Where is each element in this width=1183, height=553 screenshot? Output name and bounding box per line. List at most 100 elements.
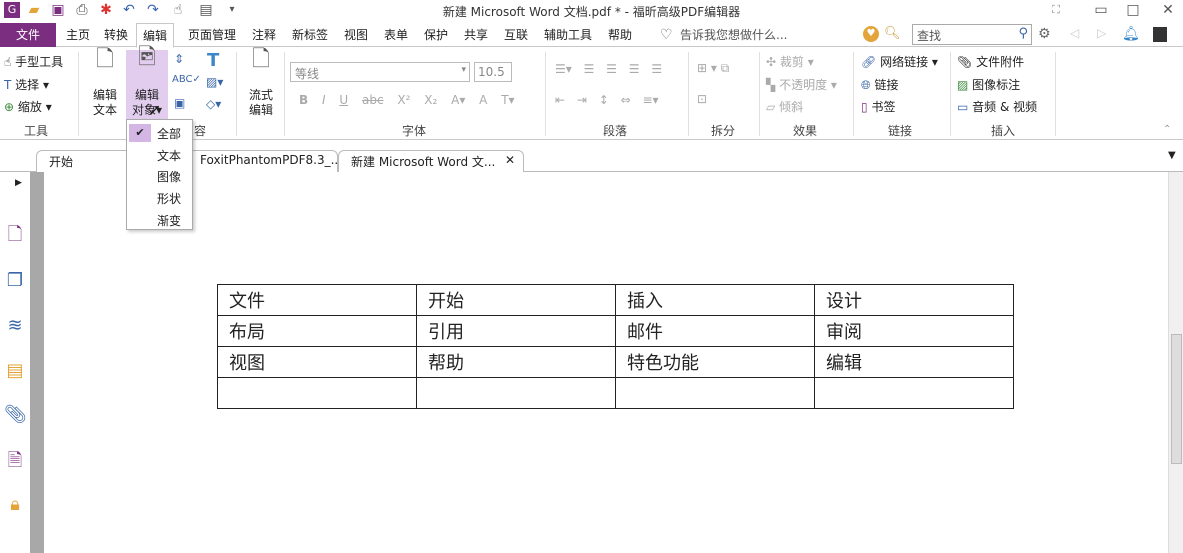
tab-convert[interactable]: 转换 — [98, 23, 134, 47]
maximize-icon[interactable]: □ — [1125, 2, 1141, 18]
spell-check-icon[interactable]: ABC✓ — [172, 74, 201, 85]
tab-form[interactable]: 表单 — [378, 23, 414, 47]
tab-new-tab[interactable]: 新标签 — [286, 23, 334, 47]
close-icon[interactable]: ✕ — [1160, 2, 1176, 18]
tab-protect[interactable]: 保护 — [418, 23, 454, 47]
paragraph-align-buttons[interactable]: ☰▾ ☰ ☰ ☰ ☰ — [555, 62, 662, 76]
flow-edit-button[interactable]: 🗋 流式 编辑 — [242, 49, 280, 118]
tab-page-management[interactable]: 页面管理 — [182, 23, 242, 47]
font-name-select[interactable]: 等线 ▾ — [290, 62, 470, 82]
underline-icon[interactable]: U — [339, 93, 348, 107]
search-box[interactable]: 查找 ⚲ — [912, 24, 1032, 45]
dropdown-item-text[interactable]: 文本 — [157, 147, 181, 164]
user-avatar-icon[interactable] — [1153, 27, 1167, 42]
image-annotation-button[interactable]: ▨ 图像标注 — [957, 76, 1020, 93]
tab-comment[interactable]: 注释 — [246, 23, 282, 47]
opacity-icon: ▚ — [766, 78, 776, 92]
settings-icon[interactable]: ⚙ — [1038, 26, 1051, 42]
doc-tab-foxit[interactable]: FoxitPhantomPDF8.3_... — [188, 150, 342, 172]
skew-label: 倾斜 — [779, 100, 804, 114]
layers-panel-icon[interactable]: ≋ — [4, 315, 26, 337]
italic-icon[interactable]: I — [322, 93, 326, 107]
forward-icon[interactable]: ▷ — [1097, 26, 1106, 40]
paragraph-indent-buttons[interactable]: ⇤ ⇥ ↕ ⇔ ≡▾ — [555, 93, 659, 107]
panel-splitter[interactable] — [30, 172, 44, 553]
doc-tab-start[interactable]: 开始 — [36, 150, 136, 172]
tab-connect[interactable]: 互联 — [498, 23, 534, 47]
char-spacing-icon[interactable]: A — [479, 93, 487, 107]
file-attachment-label: 文件附件 — [976, 55, 1025, 69]
comments-panel-icon[interactable]: ▤ — [4, 360, 26, 382]
dropdown-item-all[interactable]: 全部 — [157, 125, 181, 142]
edit-text-button[interactable]: 🗋 编辑 文本 — [86, 49, 124, 118]
font-color-icon[interactable]: A▾ — [451, 93, 465, 107]
hand-tool-button[interactable]: ☝ 手型工具 — [4, 53, 63, 70]
add-text-icon[interactable]: T — [207, 50, 219, 71]
title-bar: G ▰ ▣ ⎙ ✱ ↶ ↷ ☝ ▤ ▾ 新建 Microsoft Word 文档… — [0, 0, 1183, 22]
select-button[interactable]: T 选择 ▾ — [4, 76, 49, 93]
tab-accessibility[interactable]: 辅助工具 — [538, 23, 598, 47]
tell-me-input[interactable]: 告诉我您想做什么... — [674, 23, 793, 47]
add-shape-icon[interactable]: ◇▾ — [206, 97, 221, 111]
doc-tab-word[interactable]: 新建 Microsoft Word 文... ✕ — [338, 150, 524, 172]
dropdown-item-gradient[interactable]: 渐变 — [157, 212, 181, 229]
collapse-ribbon-icon[interactable]: ⌃ — [1163, 124, 1171, 135]
security-lock-icon[interactable]: 🔒︎ — [4, 494, 26, 516]
add-image-icon[interactable]: ▨▾ — [206, 75, 223, 89]
search-icon[interactable]: ⚲ — [1018, 26, 1028, 41]
bold-icon[interactable]: B — [299, 93, 308, 107]
link-button[interactable]: 🌐︎ 链接 — [861, 76, 898, 93]
table-cell: 帮助 — [416, 346, 616, 378]
bookmark-button[interactable]: ▯ 书签 — [861, 98, 895, 115]
checkmark-icon: ✔ — [129, 124, 151, 142]
pages-panel-icon[interactable]: ❐ — [4, 270, 26, 292]
minimize-icon[interactable]: ▭ — [1093, 2, 1109, 18]
tab-list-chevron-icon[interactable]: ▼ — [1168, 150, 1176, 161]
superscript-icon[interactable]: X² — [397, 93, 410, 107]
line-spacing-icon[interactable]: ⇕ — [174, 52, 184, 66]
tab-help[interactable]: 帮助 — [602, 23, 638, 47]
fullscreen-icon[interactable]: ⛶ — [1048, 2, 1064, 18]
expand-panel-icon[interactable]: ▶ — [15, 178, 22, 188]
tab-share[interactable]: 共享 — [458, 23, 494, 47]
group-label-tools: 工具 — [23, 124, 48, 138]
opacity-label: 不透明度 — [779, 78, 828, 92]
dropdown-item-shape[interactable]: 形状 — [157, 190, 181, 207]
tab-home[interactable]: 主页 — [60, 23, 96, 47]
opacity-button[interactable]: ▚ 不透明度 ▾ — [766, 76, 837, 93]
skew-button[interactable]: ▱ 倾斜 — [766, 98, 803, 115]
text-box-icon[interactable]: ⊡ — [697, 92, 707, 106]
audio-video-button[interactable]: ▭ 音频 & 视频 — [957, 98, 1037, 115]
font-size-select[interactable]: 10.5 — [474, 62, 512, 82]
search-input[interactable]: 查找 — [917, 27, 941, 44]
web-link-button[interactable]: 🔗︎ 网络链接 ▾ — [861, 53, 938, 70]
crop-label: 裁剪 — [779, 55, 804, 69]
edit-object-button[interactable]: 🖻 编辑 对象▾ — [126, 47, 168, 120]
tab-file[interactable]: 文件 — [0, 23, 56, 47]
group-label-split: 拆分 — [710, 124, 735, 138]
image-annotation-icon: ▨ — [957, 78, 969, 92]
zoom-button[interactable]: ⊕ 缩放 ▾ — [4, 98, 52, 115]
table-row — [217, 377, 1014, 409]
scrollbar-thumb[interactable] — [1171, 334, 1182, 464]
back-icon[interactable]: ◁ — [1070, 26, 1079, 40]
bookmarks-panel-icon[interactable]: 🗋 — [4, 224, 26, 246]
favorite-icon[interactable]: ♥ — [863, 26, 879, 42]
notification-bell-icon[interactable]: 🔔︎ — [1122, 26, 1140, 42]
dropdown-item-image[interactable]: 图像 — [157, 168, 181, 185]
strikethrough-icon[interactable]: abc — [362, 93, 384, 107]
vertical-scrollbar[interactable] — [1168, 172, 1183, 553]
subscript-icon[interactable]: X₂ — [424, 93, 437, 107]
close-tab-icon[interactable]: ✕ — [505, 153, 515, 167]
split-text-icon[interactable]: ⊞ ▾ ⧉ — [697, 61, 729, 76]
text-baseline-icon[interactable]: T▾ — [501, 93, 514, 107]
file-attachment-button[interactable]: 📎︎ 文件附件 — [957, 53, 1024, 70]
tab-view[interactable]: 视图 — [338, 23, 374, 47]
replace-icon[interactable]: ▣ — [174, 96, 185, 110]
folder-search-icon[interactable]: 🔍︎ — [884, 26, 901, 41]
signatures-panel-icon[interactable]: 🗎 — [4, 450, 26, 472]
crop-button[interactable]: ✣ 裁剪 ▾ — [766, 53, 814, 70]
chevron-down-icon: ▾ — [461, 65, 466, 75]
font-format-buttons: B I U abc X² X₂ A▾ A T▾ — [299, 93, 515, 107]
attachments-panel-icon[interactable]: 📎︎ — [4, 404, 27, 426]
